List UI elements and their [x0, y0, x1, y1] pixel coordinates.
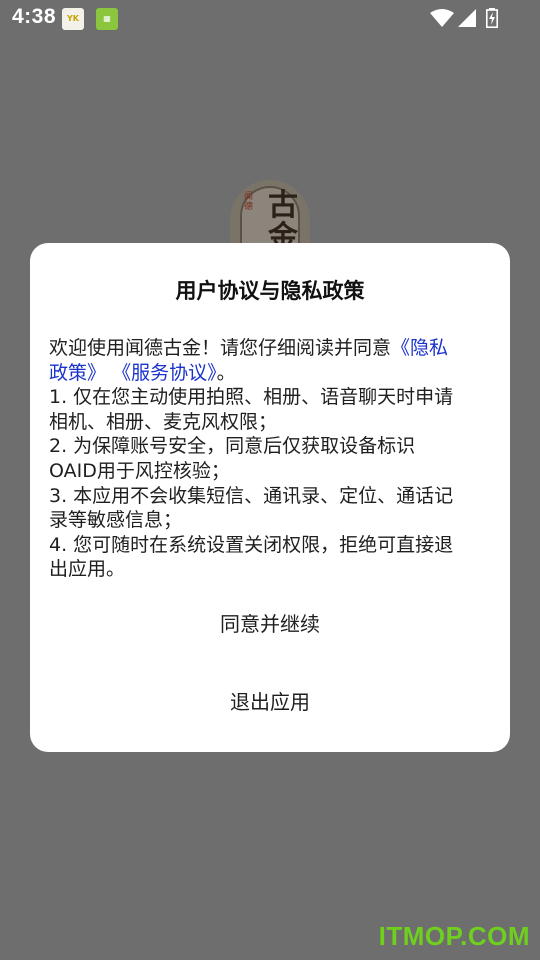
body-line: OAID用于风控核验；	[49, 459, 230, 482]
intro-text: 欢迎使用闻德古金！请您仔细阅读并同意	[49, 337, 392, 359]
body-line: 1. 仅在您主动使用拍照、相册、语音聊天时申请	[49, 386, 454, 409]
service-agreement-link[interactable]: 《服务协议》	[112, 362, 217, 384]
status-bar: 4:38 YK ▦	[0, 0, 540, 36]
privacy-policy-link[interactable]: 《隐私	[391, 337, 448, 359]
app-notification-icon: ▦	[96, 8, 118, 30]
body-line: 相机、相册、麦克风权限；	[49, 410, 278, 433]
body-line: 出应用。	[49, 558, 126, 581]
intro-end: 。	[216, 361, 236, 384]
intro-line: 欢迎使用闻德古金！请您仔细阅读并同意《隐私	[49, 336, 495, 361]
exit-app-button[interactable]: 退出应用	[30, 675, 510, 729]
body-line: 3. 本应用不会收集短信、通讯录、定位、通话记	[49, 484, 454, 507]
battery-charging-icon	[486, 8, 498, 28]
screen: 4:38 YK ▦ 闻德 古金 用户协议与隐私政策 欢迎使用闻德古金！请您仔细阅…	[0, 0, 540, 960]
body-line: 2. 为保障账号安全，同意后仅获取设备标识	[49, 435, 416, 458]
dialog-title: 用户协议与隐私政策	[175, 279, 365, 303]
status-clock: 4:38	[12, 5, 57, 28]
dialog-body: 欢迎使用闻德古金！请您仔细阅读并同意《隐私 政策》 《服务协议》。 1. 仅在您…	[49, 336, 495, 582]
agree-button[interactable]: 同意并继续	[30, 597, 510, 651]
status-icons	[430, 8, 500, 28]
app-notification-icon: YK	[62, 8, 84, 30]
privacy-policy-link[interactable]: 政策》	[49, 362, 106, 384]
app-logo-side-text: 闻德	[244, 192, 254, 212]
body-line: 4. 您可随时在系统设置关闭权限，拒绝可直接退	[49, 533, 454, 556]
privacy-dialog: 用户协议与隐私政策 欢迎使用闻德古金！请您仔细阅读并同意《隐私 政策》 《服务协…	[30, 243, 510, 752]
cell-signal-icon	[458, 9, 476, 27]
wifi-icon	[430, 9, 454, 27]
body-line: 录等敏感信息；	[49, 509, 183, 532]
intro-line: 政策》 《服务协议》。	[49, 361, 495, 386]
watermark: ITMOP.COM	[378, 921, 530, 951]
